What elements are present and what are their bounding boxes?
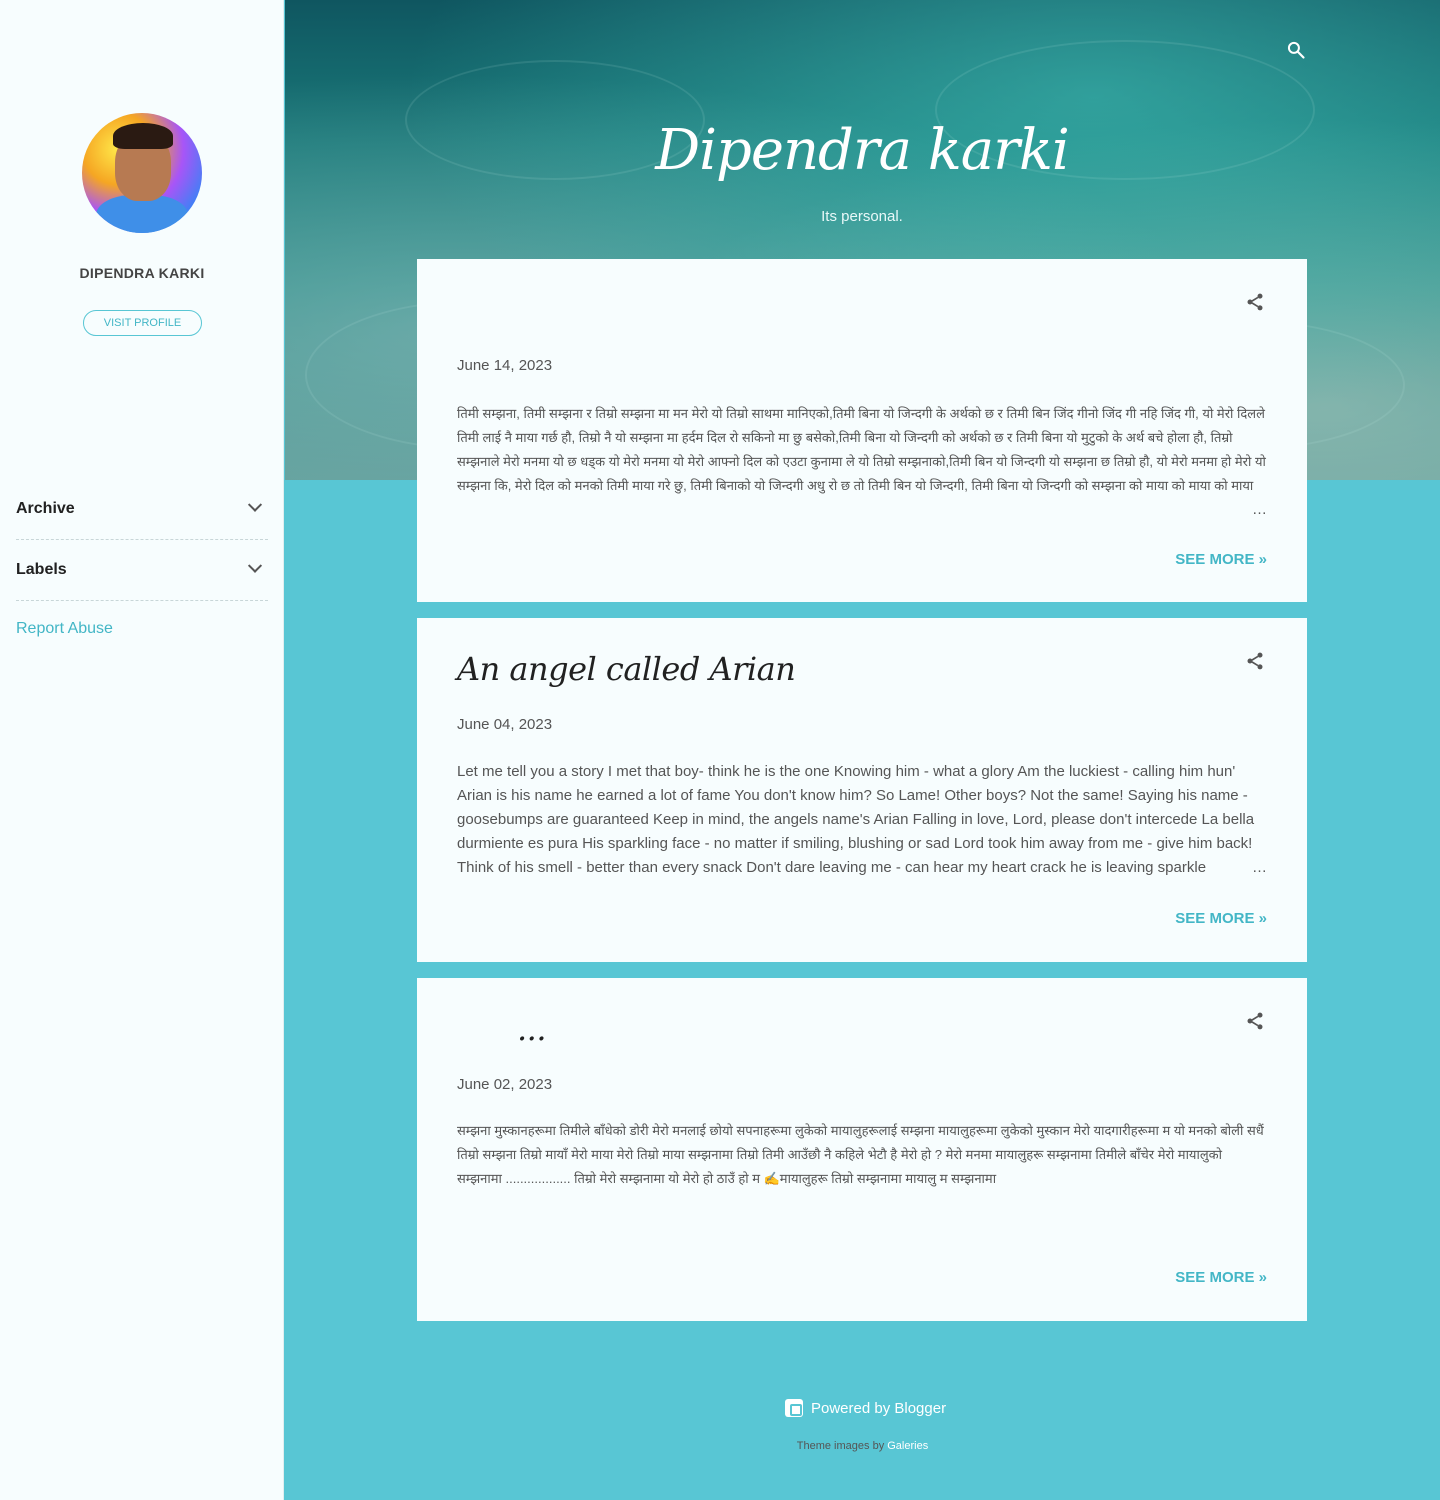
powered-by-label: Powered by Blogger — [811, 1399, 947, 1417]
share-icon[interactable] — [1245, 291, 1265, 313]
profile-name[interactable]: DIPENDRA KARKI — [0, 265, 284, 281]
ellipsis: … — [1212, 856, 1267, 880]
see-more-link[interactable]: SEE MORE » — [1175, 551, 1267, 568]
avatar-hair — [113, 123, 173, 149]
blogger-icon — [785, 1399, 803, 1417]
post-date[interactable]: June 14, 2023 — [457, 357, 552, 374]
post-card: June 14, 2023 तिमी सम्झना, तिमी सम्झना र… — [417, 259, 1307, 602]
ellipsis: … — [1212, 498, 1267, 522]
post-card: An angel called Arian June 04, 2023 Let … — [417, 618, 1307, 962]
archive-label: Archive — [16, 500, 75, 517]
search-icon[interactable] — [1286, 40, 1306, 60]
post-snippet: सम्झना मुस्कानहरूमा तिमीले बाँधेको डोरी … — [457, 1119, 1267, 1239]
avatar[interactable] — [82, 113, 202, 233]
labels-label: Labels — [16, 561, 67, 578]
see-more-link[interactable]: SEE MORE » — [1175, 910, 1267, 927]
labels-section[interactable]: Labels — [16, 540, 268, 601]
post-snippet-text: Let me tell you a story I met that boy- … — [457, 763, 1255, 876]
post-card: ... June 02, 2023 सम्झना मुस्कानहरूमा ति… — [417, 978, 1307, 1321]
chevron-down-icon — [247, 497, 263, 512]
share-icon[interactable] — [1245, 650, 1265, 672]
post-snippet: Let me tell you a story I met that boy- … — [457, 760, 1267, 880]
visit-profile-button[interactable]: VISIT PROFILE — [83, 310, 202, 336]
theme-credit-prefix: Theme images by — [796, 1440, 888, 1452]
archive-section[interactable]: Archive — [16, 479, 268, 540]
post-snippet-text: तिमी सम्झना, तिमी सम्झना र तिम्रो सम्झना… — [457, 406, 1266, 493]
post-snippet-text: सम्झना मुस्कानहरूमा तिमीले बाँधेको डोरी … — [457, 1123, 1264, 1186]
blog-title[interactable]: Dipendra karki — [417, 118, 1307, 183]
powered-by-blogger[interactable]: Powered by Blogger — [785, 1397, 946, 1419]
theme-credit: Theme images by Galeries — [0, 1440, 1440, 1452]
theme-credit-link[interactable]: Galeries — [887, 1440, 928, 1452]
share-icon[interactable] — [1245, 1010, 1265, 1032]
see-more-link[interactable]: SEE MORE » — [1175, 1269, 1267, 1286]
chevron-down-icon — [247, 558, 263, 573]
post-title[interactable]: ... — [517, 1010, 547, 1048]
post-date[interactable]: June 04, 2023 — [457, 716, 552, 733]
report-abuse-link[interactable]: Report Abuse — [16, 620, 113, 638]
post-date[interactable]: June 02, 2023 — [457, 1076, 552, 1093]
blog-description: Its personal. — [821, 208, 903, 225]
post-snippet: तिमी सम्झना, तिमी सम्झना र तिम्रो सम्झना… — [457, 402, 1267, 522]
sidebar: DIPENDRA KARKI VISIT PROFILE Archive Lab… — [0, 0, 284, 1500]
post-title[interactable]: An angel called Arian — [457, 650, 796, 688]
